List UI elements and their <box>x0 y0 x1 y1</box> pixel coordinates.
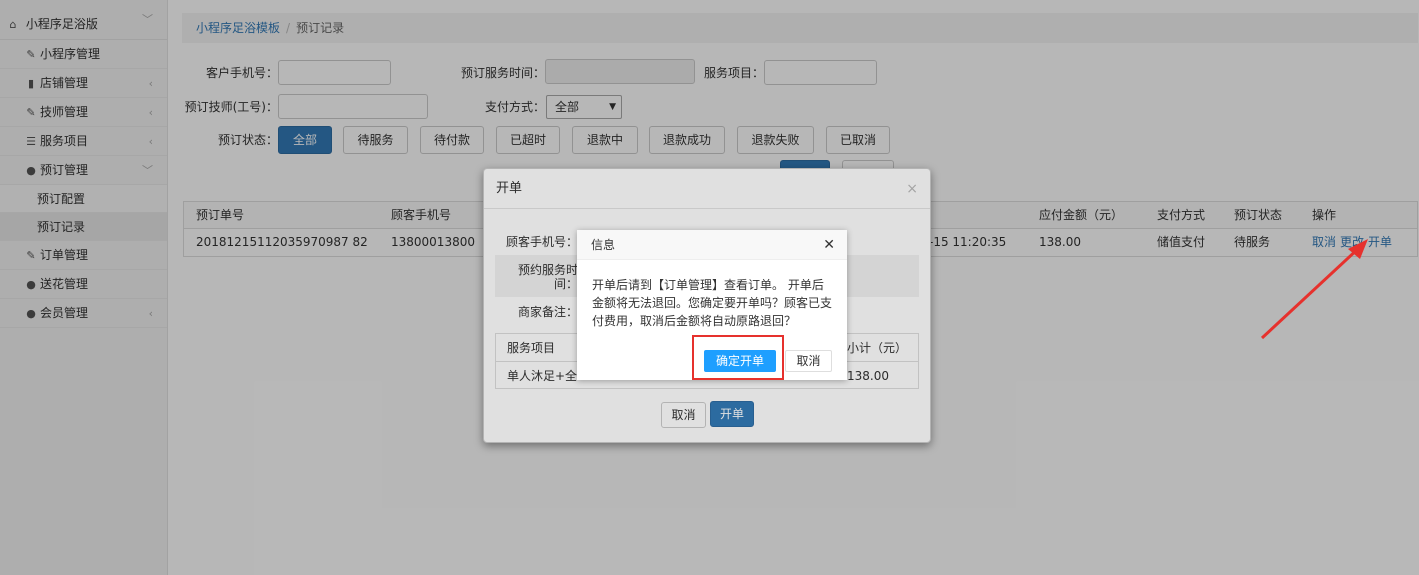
info-dialog-title: 信息 <box>591 238 616 252</box>
red-arrow-annotation <box>1260 239 1368 340</box>
info-dialog-header: 信息 ✕ <box>577 230 847 260</box>
arrow-shaft <box>1260 245 1362 340</box>
close-icon[interactable]: ✕ <box>823 230 835 260</box>
dialog-cancel-button[interactable]: 取消 <box>785 350 832 372</box>
highlight-box <box>692 335 784 380</box>
info-dialog-message: 开单后请到【订单管理】查看订单。 开单后金额将无法退回。您确定要开单吗？顾客已支… <box>592 278 833 328</box>
